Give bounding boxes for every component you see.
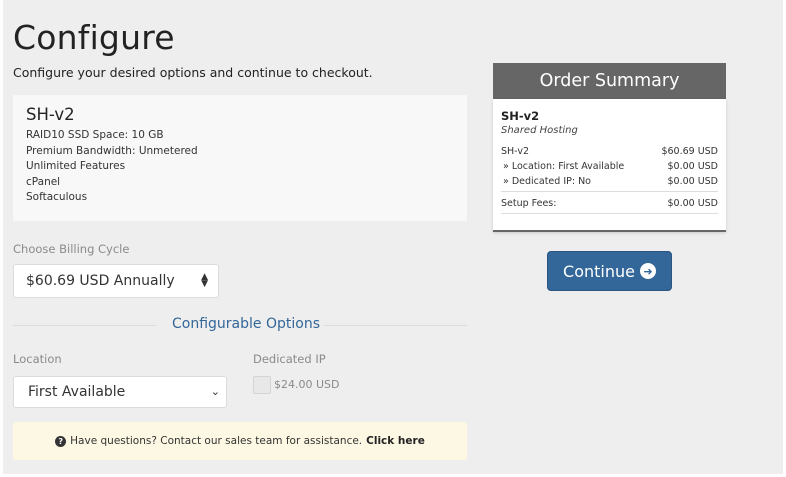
summary-line-label: SH-v2 bbox=[501, 146, 530, 157]
order-summary-panel: Order Summary SH-v2 Shared Hosting SH-v2… bbox=[493, 63, 726, 232]
location-select[interactable]: First Available ⌄ bbox=[13, 376, 227, 408]
product-feature: Unlimited Features bbox=[26, 160, 126, 172]
location-label: Location bbox=[13, 352, 62, 366]
chevron-down-icon: ⌄ bbox=[210, 385, 220, 398]
help-alert: ? Have questions? Contact our sales team… bbox=[13, 422, 467, 460]
summary-line-amount: $0.00 USD bbox=[667, 176, 718, 187]
summary-line: SH-v2 $60.69 USD bbox=[501, 144, 718, 159]
help-text: Have questions? Contact our sales team f… bbox=[70, 435, 363, 447]
summary-product-name: SH-v2 bbox=[501, 109, 540, 123]
page-title: Configure bbox=[13, 18, 175, 57]
dedicated-ip-checkbox[interactable] bbox=[253, 376, 271, 394]
setup-fees-label: Setup Fees: bbox=[501, 198, 557, 209]
billing-cycle-label: Choose Billing Cycle bbox=[13, 242, 130, 256]
page-subtitle: Configure your desired options and conti… bbox=[13, 65, 373, 80]
summary-line-amount: $60.69 USD bbox=[661, 146, 718, 157]
order-summary-body: SH-v2 Shared Hosting SH-v2 $60.69 USD » … bbox=[493, 99, 726, 232]
product-feature: Softaculous bbox=[26, 191, 88, 203]
summary-line-amount: $0.00 USD bbox=[667, 161, 718, 172]
product-feature: cPanel bbox=[26, 175, 61, 188]
product-feature: Premium Bandwidth: Unmetered bbox=[26, 144, 198, 157]
contact-sales-link[interactable]: Click here bbox=[366, 435, 425, 447]
configurable-options-heading: Configurable Options bbox=[172, 316, 320, 332]
question-circle-icon: ? bbox=[55, 435, 67, 447]
arrow-circle-right-icon: ➜ bbox=[639, 263, 656, 279]
summary-separator bbox=[501, 191, 718, 192]
divider-left bbox=[13, 325, 156, 326]
summary-setup-fees: Setup Fees: $0.00 USD bbox=[501, 196, 718, 211]
summary-product-group: Shared Hosting bbox=[501, 125, 578, 136]
continue-button-label: Continue bbox=[563, 261, 635, 281]
configure-page: Configure Configure your desired options… bbox=[3, 0, 783, 474]
summary-line-label: » Dedicated IP: No bbox=[503, 176, 591, 187]
product-name: SH-v2 bbox=[26, 105, 75, 124]
summary-line-label: » Location: First Available bbox=[503, 161, 625, 172]
order-summary-heading: Order Summary bbox=[493, 63, 726, 99]
continue-button[interactable]: Continue ➜ bbox=[547, 251, 672, 291]
summary-line: » Dedicated IP: No $0.00 USD bbox=[501, 174, 718, 189]
dedicated-ip-price: $24.00 USD bbox=[274, 378, 340, 391]
product-feature: RAID10 SSD Space: 10 GB bbox=[26, 129, 164, 141]
summary-line: » Location: First Available $0.00 USD bbox=[501, 159, 718, 174]
product-info-panel: SH-v2 RAID10 SSD Space: 10 GB Premium Ba… bbox=[13, 95, 467, 221]
dedicated-ip-label: Dedicated IP bbox=[253, 352, 326, 366]
billing-cycle-value: $60.69 USD Annually bbox=[26, 273, 175, 289]
divider-right bbox=[324, 325, 467, 326]
billing-cycle-select[interactable]: $60.69 USD Annually ▲ ▼ bbox=[13, 264, 219, 298]
summary-separator bbox=[501, 213, 718, 214]
select-arrows-icon: ▲ ▼ bbox=[201, 272, 208, 289]
location-value: First Available bbox=[28, 384, 126, 400]
setup-fees-amount: $0.00 USD bbox=[667, 198, 718, 209]
